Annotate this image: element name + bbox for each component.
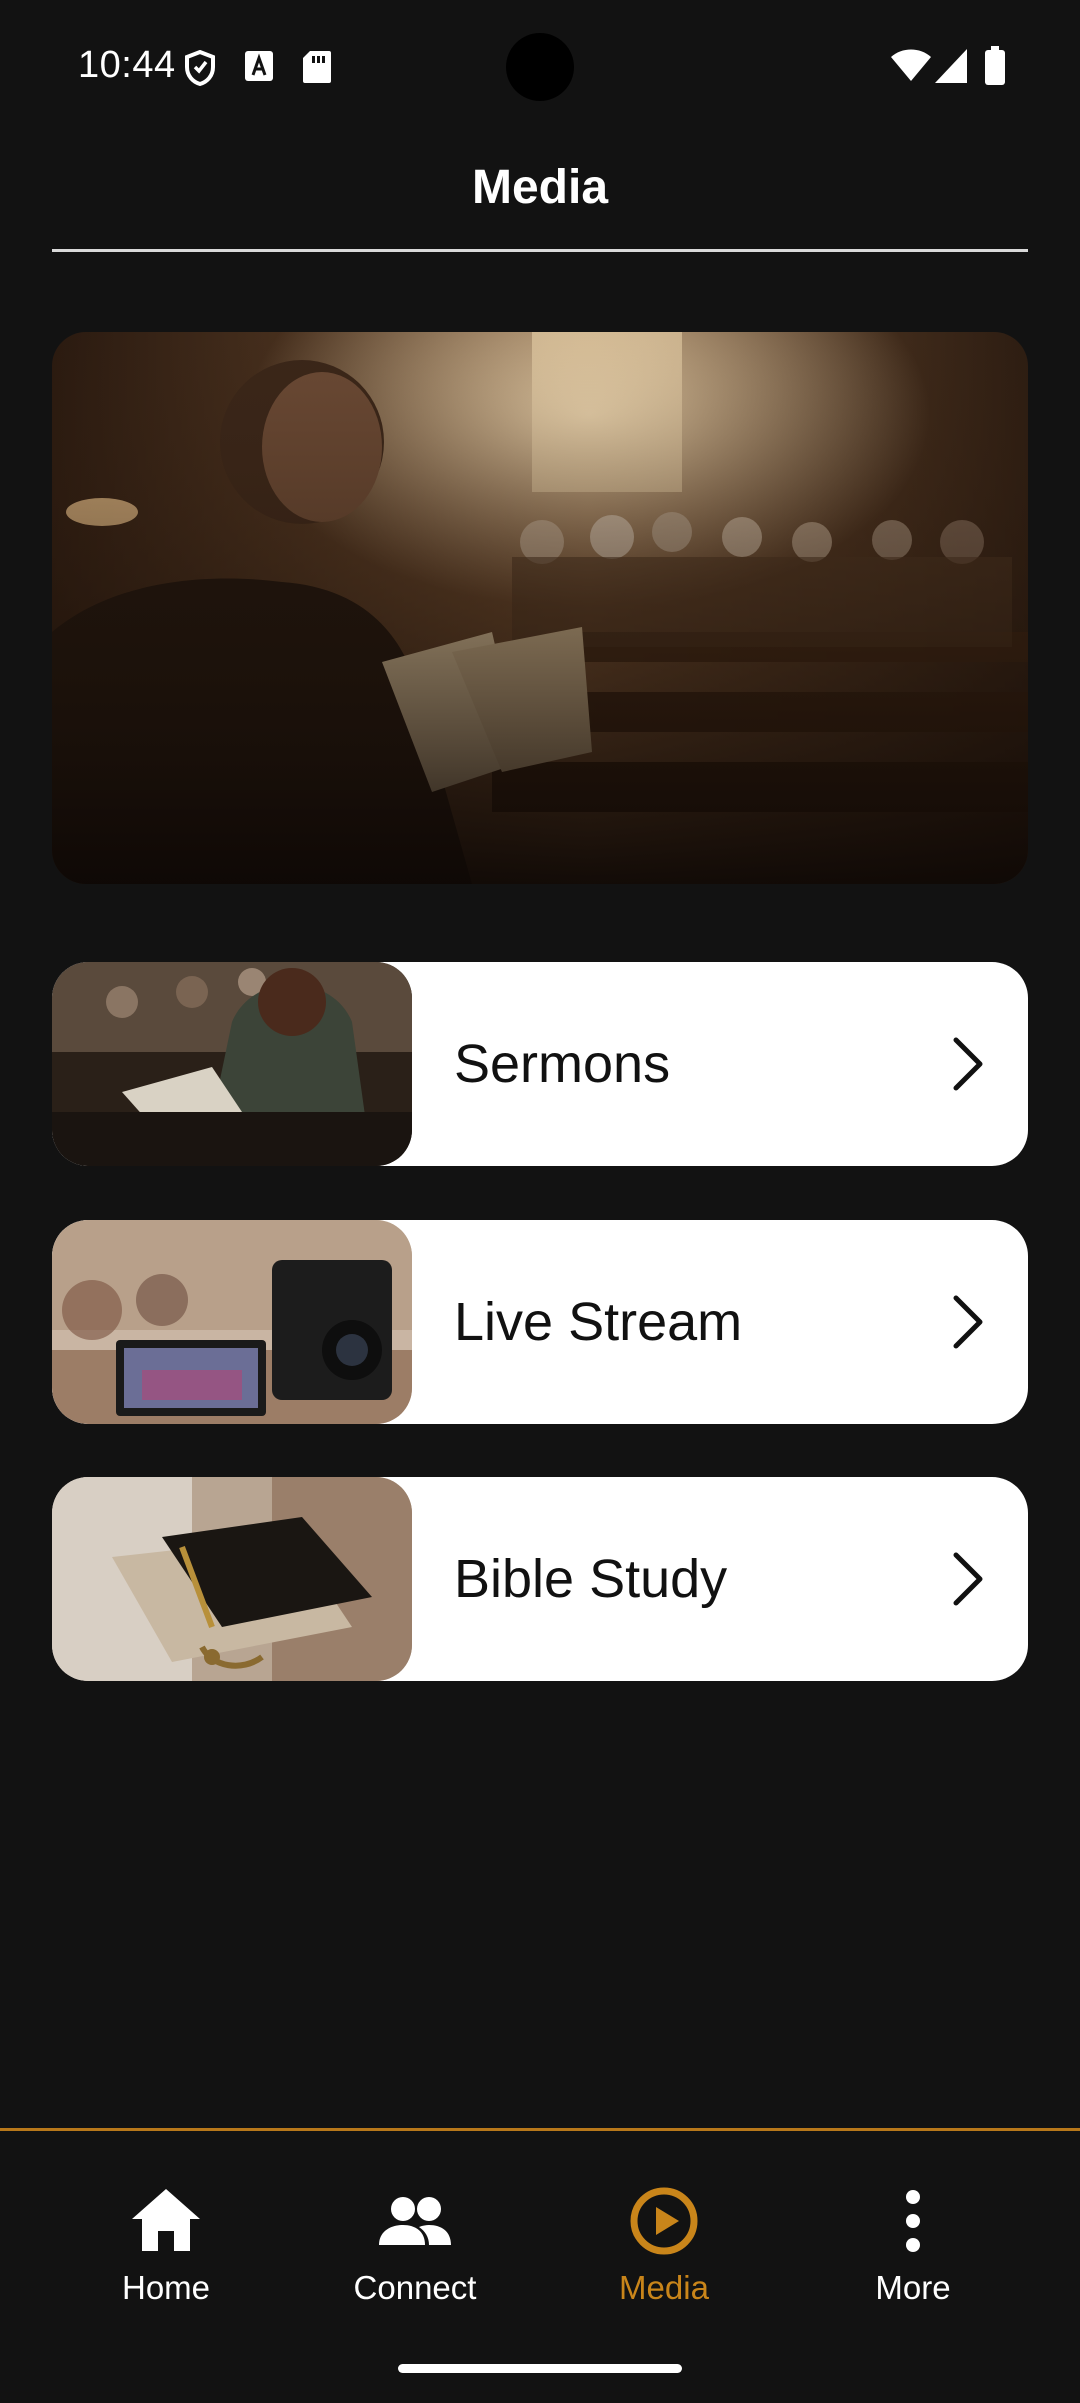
more-vertical-icon [906, 2190, 920, 2252]
chevron-right-icon [953, 1037, 983, 1091]
signal-icon [935, 49, 967, 83]
sermons-label: Sermons [454, 1034, 671, 1094]
bible-study-thumbnail [52, 1477, 412, 1681]
text-a-icon [245, 51, 273, 81]
bottom-nav: Home Connect Media More [0, 2128, 1080, 2403]
bible-study-card[interactable]: Bible Study [52, 1477, 1028, 1681]
live-stream-thumbnail [52, 1220, 412, 1424]
shield-icon [185, 50, 215, 86]
home-indicator[interactable] [398, 2364, 682, 2373]
nav-media[interactable]: Media [564, 2181, 764, 2321]
nav-more-label: More [875, 2269, 951, 2306]
nav-connect[interactable]: Connect [315, 2181, 515, 2321]
people-icon [379, 2197, 451, 2245]
home-icon [132, 2189, 200, 2251]
camera-cutout [506, 33, 574, 101]
battery-icon [985, 46, 1005, 85]
sermons-thumbnail [52, 962, 412, 1166]
nav-connect-label: Connect [353, 2269, 477, 2306]
status-bar: 10:44 [0, 0, 1080, 136]
page-title: Media [471, 161, 609, 214]
play-circle-icon [630, 2187, 698, 2255]
nav-more[interactable]: More [813, 2181, 1013, 2321]
hero-image [52, 332, 1028, 884]
live-stream-card[interactable]: Live Stream [52, 1220, 1028, 1424]
sd-card-icon [303, 51, 331, 83]
header-divider [52, 249, 1028, 252]
bible-study-label: Bible Study [454, 1549, 728, 1609]
sermons-card[interactable]: Sermons [52, 962, 1028, 1166]
wifi-icon [891, 49, 931, 81]
live-stream-label: Live Stream [454, 1292, 743, 1352]
nav-home-label: Home [121, 2269, 211, 2306]
nav-media-label: Media [619, 2269, 709, 2306]
chevron-right-icon [953, 1552, 983, 1606]
nav-home[interactable]: Home [66, 2181, 266, 2321]
status-time: 10:44 [78, 44, 176, 86]
chevron-right-icon [953, 1295, 983, 1349]
